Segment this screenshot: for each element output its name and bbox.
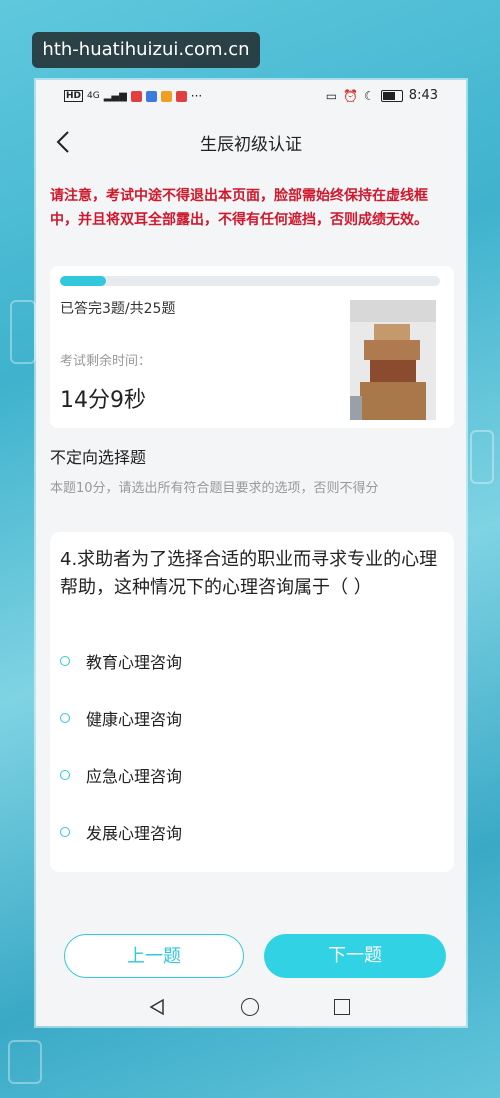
- option-item[interactable]: 应急心理咨询: [60, 760, 440, 790]
- phone-screen: HD 4G ▂▄▆ ··· ▭ ⏰ ☾ 8:43 生辰初级认证 请注意，考试中途…: [36, 80, 466, 1026]
- exam-notice: 请注意，考试中途不得退出本页面，脸部需始终保持在虚线框中，并且将双耳全部露出，不…: [50, 188, 428, 228]
- nav-home-icon[interactable]: [241, 998, 259, 1016]
- battery-icon: [380, 89, 403, 102]
- do-not-disturb-icon: ☾: [364, 88, 375, 103]
- clock: 8:43: [408, 88, 438, 103]
- alarm-icon: ⏰: [343, 88, 359, 103]
- progress-bar: [60, 276, 440, 286]
- app-notification-icon: [160, 90, 172, 102]
- camera-preview: [350, 300, 436, 420]
- network-indicator: 4G: [87, 91, 100, 101]
- question-description: 本题10分，请选出所有符合题目要求的选项，否则不得分: [50, 481, 379, 496]
- page-title: 生辰初级认证: [200, 135, 302, 155]
- question-card: 4.求助者为了选择合适的职业而寻求专业的心理帮助，这种情况下的心理咨询属于（ ）…: [50, 532, 454, 872]
- remaining-time-value: 14分9秒: [60, 388, 146, 413]
- app-header: 生辰初级认证: [36, 120, 466, 164]
- previous-question-button[interactable]: 上一题: [64, 934, 244, 978]
- face-blur: [370, 360, 416, 382]
- option-item[interactable]: 健康心理咨询: [60, 703, 440, 733]
- nav-back-icon[interactable]: [148, 998, 166, 1016]
- background-decoration: [8, 1040, 42, 1084]
- option-item[interactable]: 教育心理咨询: [60, 646, 440, 676]
- option-item[interactable]: 发展心理咨询: [60, 817, 440, 847]
- face-blur: [374, 324, 410, 340]
- face-blur: [364, 340, 420, 360]
- option-label: 发展心理咨询: [86, 824, 183, 843]
- app-notification-icon: [175, 90, 187, 102]
- app-notification-icon: [130, 90, 142, 102]
- app-notification-icon: [145, 90, 157, 102]
- signal-icon: ▂▄▆: [103, 90, 127, 102]
- option-label: 健康心理咨询: [86, 710, 183, 729]
- more-notifications-icon: ···: [190, 89, 203, 103]
- progress-fill: [60, 276, 106, 286]
- status-bar: HD 4G ▂▄▆ ··· ▭ ⏰ ☾ 8:43: [36, 80, 466, 112]
- next-question-button[interactable]: 下一题: [264, 934, 446, 978]
- background-decoration: [470, 430, 494, 484]
- face-blur: [350, 300, 436, 322]
- question-text: 4.求助者为了选择合适的职业而寻求专业的心理帮助，这种情况下的心理咨询属于（ ）: [60, 549, 438, 598]
- option-label: 应急心理咨询: [86, 767, 183, 786]
- hd-indicator: HD: [64, 90, 84, 102]
- radio-icon: [60, 656, 70, 666]
- answered-count: 已答完3题/共25题: [60, 301, 176, 317]
- progress-card: 已答完3题/共25题 考试剩余时间： 14分9秒: [50, 266, 454, 428]
- nav-recent-apps-icon[interactable]: [334, 999, 350, 1015]
- option-label: 教育心理咨询: [86, 653, 183, 672]
- radio-icon: [60, 770, 70, 780]
- cast-icon: ▭: [325, 88, 338, 103]
- radio-icon: [60, 713, 70, 723]
- system-nav-bar: [36, 988, 466, 1026]
- watermark: hth-huatihuizui.com.cn: [32, 32, 260, 68]
- face-blur: [360, 382, 426, 420]
- face-blur: [350, 396, 362, 420]
- radio-icon: [60, 827, 70, 837]
- question-type: 不定向选择题: [50, 448, 147, 467]
- background-decoration: [10, 300, 36, 364]
- remaining-time-label: 考试剩余时间：: [60, 354, 152, 369]
